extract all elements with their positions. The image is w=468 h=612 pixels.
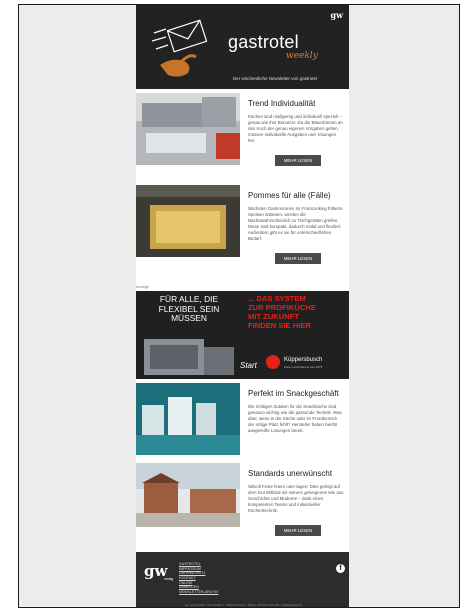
article-3-text: Die richtigen Zutaten für die Snackküche… (248, 404, 342, 433)
article-1-image[interactable] (136, 93, 240, 165)
ad-oven-image (144, 339, 234, 375)
article-4: Standards unerwünscht Stilvoll Feste fei… (136, 463, 349, 545)
footer-links: GASTROTEL IMPRESSUM DATENSCHUTZ KONTAKT … (179, 562, 218, 595)
brand-subtitle: weekly (286, 51, 318, 61)
ad-left-text: FÜR ALLE, DIE FLEXIBEL SEIN MÜSSEN (158, 294, 220, 324)
article-2-text: Nächsten Gastronomen im Frontcooking fri… (248, 206, 343, 241)
ad-right-text: ... DAS SYSTEM ZUR PROFIKÜCHE MIT ZUKUNF… (248, 294, 316, 330)
ad-start-label: Start (240, 361, 257, 370)
article-2-title[interactable]: Pommes für alle (Fälle) (248, 191, 344, 200)
kuppersbusch-logo-icon (266, 355, 280, 369)
article-1: Trend Individualität Küchen sind maßgert… (136, 93, 349, 179)
brand-name: gastrotel (228, 32, 299, 52)
article-1-text: Küchen sind maßgertig und individuell sp… (248, 114, 343, 143)
footer-logo-sub: verlag (164, 577, 174, 581)
article-3-image[interactable] (136, 383, 240, 455)
article-1-read-more-button[interactable]: MEHR LESEN (275, 155, 321, 166)
article-2-image[interactable] (136, 185, 240, 257)
article-4-read-more-button[interactable]: MEHR LESEN (275, 525, 321, 536)
header-tagline: Der wöchentliche Newsletter von gastrote… (233, 76, 318, 81)
article-4-image[interactable] (136, 463, 240, 527)
footer-imprint: gw verlag GmbH · Neue Straße 1 · 30000 H… (185, 604, 302, 607)
article-4-text: Stilvoll Feste feiern oder tagen: Dies g… (248, 484, 344, 513)
facebook-icon[interactable]: f (336, 564, 345, 573)
email-frame: gw gastrotel weekly Der wöchentliche New… (18, 4, 460, 608)
article-2-read-more-button[interactable]: MEHR LESEN (275, 253, 321, 264)
footer-link[interactable]: NEWSLETTER-ARCHIV (179, 590, 218, 595)
ad-brand-sub: Feuer und Flamme seit 1875 (284, 365, 323, 369)
header-banner[interactable]: gw gastrotel weekly Der wöchentliche New… (136, 5, 349, 89)
footer: gw verlag GASTROTEL IMPRESSUM DATENSCHUT… (136, 552, 349, 607)
newsletter-column: gw gastrotel weekly Der wöchentliche New… (136, 5, 349, 607)
article-1-title[interactable]: Trend Individualität (248, 99, 344, 108)
header-badge: gw (330, 10, 343, 20)
article-3-title[interactable]: Perfekt im Snackgeschäft (248, 389, 344, 398)
article-3: Perfekt im Snackgeschäft Die richtigen Z… (136, 383, 349, 459)
article-2: Pommes für alle (Fälle) Nächsten Gastron… (136, 185, 349, 277)
envelope-icon (151, 19, 208, 77)
advertisement-banner[interactable]: FÜR ALLE, DIE FLEXIBEL SEIN MÜSSEN ... D… (136, 291, 349, 379)
ad-brand: Küppersbusch (284, 357, 323, 363)
article-4-title[interactable]: Standards unerwünscht (248, 469, 344, 478)
ad-label: Anzeige (136, 285, 149, 289)
